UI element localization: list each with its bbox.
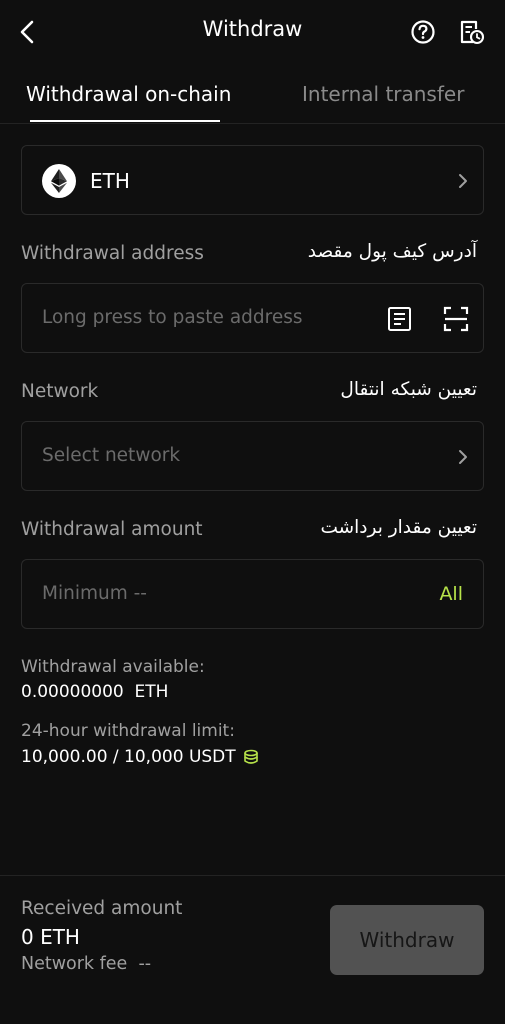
history-document-icon bbox=[460, 20, 485, 45]
address-placeholder: Long press to paste address bbox=[42, 307, 303, 328]
amount-label: Withdrawal amount bbox=[21, 519, 203, 540]
chevron-right-icon bbox=[459, 450, 467, 464]
coins-icon[interactable] bbox=[242, 749, 260, 765]
withdraw-footer: Received amount 0 ETH Network fee -- Wit… bbox=[0, 875, 505, 1024]
chevron-right-icon bbox=[459, 174, 467, 188]
address-label-fa: آدرس کیف پول مقصد bbox=[307, 241, 477, 262]
address-label-row: Withdrawal address آدرس کیف پول مقصد bbox=[21, 241, 484, 269]
network-label: Network bbox=[21, 381, 99, 402]
network-label-row: Network تعیین شبکه انتقال bbox=[21, 379, 484, 407]
scan-qr-icon[interactable] bbox=[442, 305, 470, 333]
tab-bar: Withdrawal on-chain Internal transfer bbox=[0, 70, 505, 124]
network-selector[interactable]: Select network bbox=[21, 421, 484, 491]
network-placeholder: Select network bbox=[42, 445, 181, 466]
network-fee-label: Network fee bbox=[21, 954, 128, 974]
received-amount-value: 0 ETH bbox=[21, 925, 80, 949]
tab-withdrawal-on-chain[interactable]: Withdrawal on-chain bbox=[26, 82, 231, 106]
network-fee-row: Network fee -- bbox=[21, 954, 151, 974]
amount-label-fa: تعیین مقدار برداشت bbox=[320, 517, 477, 538]
limit-value: 10,000.00 / 10,000 USDT bbox=[21, 747, 236, 767]
network-label-fa: تعیین شبکه انتقال bbox=[340, 379, 477, 400]
limit-label: 24-hour withdrawal limit: bbox=[21, 721, 235, 741]
amount-label-row: Withdrawal amount تعیین مقدار برداشت bbox=[21, 517, 484, 545]
address-label: Withdrawal address bbox=[21, 243, 204, 264]
limit-row: 10,000.00 / 10,000 USDT bbox=[21, 747, 260, 767]
ethereum-logo-icon bbox=[42, 164, 76, 198]
tab-internal-transfer[interactable]: Internal transfer bbox=[302, 82, 464, 106]
address-input[interactable]: Long press to paste address bbox=[21, 283, 484, 353]
received-amount-label: Received amount bbox=[21, 898, 183, 919]
amount-input[interactable]: Minimum -- All bbox=[21, 559, 484, 629]
help-button[interactable] bbox=[408, 16, 438, 48]
withdraw-button[interactable]: Withdraw bbox=[330, 905, 484, 975]
top-bar: Withdraw bbox=[0, 0, 505, 64]
available-label: Withdrawal available: bbox=[21, 657, 205, 677]
withdraw-history-button[interactable] bbox=[456, 16, 486, 48]
address-book-icon[interactable] bbox=[386, 305, 414, 333]
question-circle-icon bbox=[411, 20, 435, 44]
network-fee-value: -- bbox=[138, 954, 152, 974]
amount-placeholder: Minimum -- bbox=[42, 583, 147, 604]
available-value: 0.00000000 ETH bbox=[21, 682, 169, 702]
coin-selector[interactable]: ETH bbox=[21, 145, 484, 215]
active-tab-indicator bbox=[30, 120, 220, 122]
coin-name: ETH bbox=[90, 169, 130, 193]
all-button[interactable]: All bbox=[439, 583, 463, 605]
